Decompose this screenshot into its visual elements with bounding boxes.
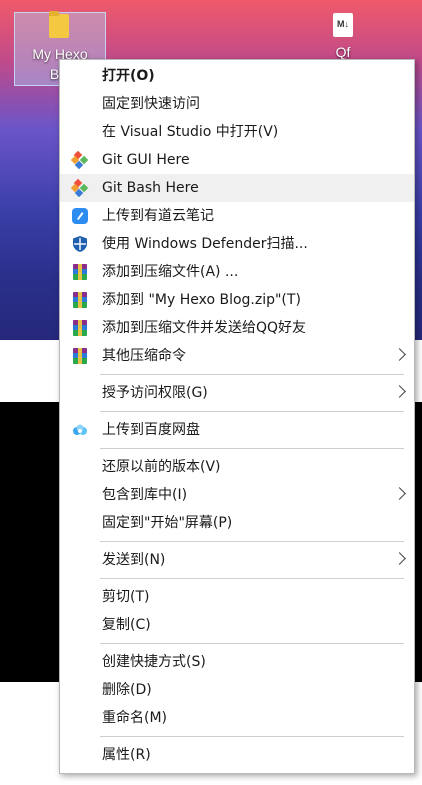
menu-item-include-library[interactable]: 包含到库中(I) xyxy=(60,481,414,509)
menu-separator xyxy=(100,411,404,412)
chevron-right-icon xyxy=(393,487,406,500)
youdao-note-icon xyxy=(71,207,89,225)
menu-separator xyxy=(100,374,404,375)
folder-icon[interactable] xyxy=(49,11,69,38)
menu-item-send-to[interactable]: 发送到(N) xyxy=(60,546,414,574)
menu-item-archive-send-qq[interactable]: 添加到压缩文件并发送给QQ好友 xyxy=(60,314,414,342)
menu-separator xyxy=(100,448,404,449)
git-icon xyxy=(71,179,89,197)
baidu-netdisk-icon xyxy=(71,421,89,439)
menu-separator xyxy=(100,541,404,542)
menu-item-copy[interactable]: 复制(C) xyxy=(60,611,414,639)
git-icon xyxy=(71,151,89,169)
archive-icon xyxy=(71,263,89,281)
menu-item-defender-scan[interactable]: 使用 Windows Defender扫描... xyxy=(60,230,414,258)
menu-item-pin-start[interactable]: 固定到"开始"屏幕(P) xyxy=(60,509,414,537)
menu-item-youdao-upload[interactable]: 上传到有道云笔记 xyxy=(60,202,414,230)
markdown-file-label[interactable]: Qf xyxy=(318,44,368,60)
menu-item-pin-quick-access[interactable]: 固定到快速访问 xyxy=(60,90,414,118)
menu-item-restore-versions[interactable]: 还原以前的版本(V) xyxy=(60,453,414,481)
menu-item-cut[interactable]: 剪切(T) xyxy=(60,583,414,611)
menu-item-git-gui[interactable]: Git GUI Here xyxy=(60,146,414,174)
menu-item-git-bash[interactable]: Git Bash Here xyxy=(60,174,414,202)
menu-item-open[interactable]: 打开(O) xyxy=(60,62,414,90)
chevron-right-icon xyxy=(393,552,406,565)
menu-item-grant-access[interactable]: 授予访问权限(G) xyxy=(60,379,414,407)
menu-separator xyxy=(100,643,404,644)
context-menu: 打开(O) 固定到快速访问 在 Visual Studio 中打开(V) Git… xyxy=(59,59,415,774)
menu-item-other-compress[interactable]: 其他压缩命令 xyxy=(60,342,414,370)
menu-item-baidu-upload[interactable]: 上传到百度网盘 xyxy=(60,416,414,444)
shield-icon xyxy=(71,235,89,253)
menu-item-delete[interactable]: 删除(D) xyxy=(60,676,414,704)
archive-icon xyxy=(71,319,89,337)
archive-icon xyxy=(71,347,89,365)
menu-item-open-in-visual-studio[interactable]: 在 Visual Studio 中打开(V) xyxy=(60,118,414,146)
menu-item-add-to-archive[interactable]: 添加到压缩文件(A) ... xyxy=(60,258,414,286)
menu-item-properties[interactable]: 属性(R) xyxy=(60,741,414,769)
menu-item-create-shortcut[interactable]: 创建快捷方式(S) xyxy=(60,648,414,676)
menu-item-add-to-zip[interactable]: 添加到 "My Hexo Blog.zip"(T) xyxy=(60,286,414,314)
menu-item-rename[interactable]: 重命名(M) xyxy=(60,704,414,732)
chevron-right-icon xyxy=(393,348,406,361)
markdown-file-icon[interactable]: M↓ xyxy=(333,13,353,37)
menu-separator xyxy=(100,736,404,737)
archive-icon xyxy=(71,291,89,309)
menu-separator xyxy=(100,578,404,579)
chevron-right-icon xyxy=(393,385,406,398)
